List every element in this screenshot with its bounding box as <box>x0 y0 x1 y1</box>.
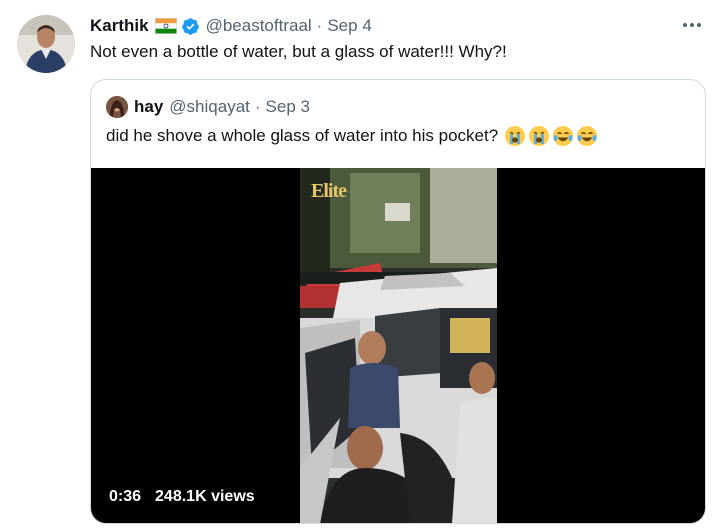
quoted-separator-dot: · <box>254 97 261 116</box>
more-options-button[interactable] <box>680 14 704 36</box>
emoji-group <box>504 125 598 147</box>
video-duration: 0:36 <box>109 488 142 505</box>
tweet-header: Karthik @beastoftraal · Sep 4 <box>90 14 372 38</box>
quoted-tweet-header: hay @shiqayat · Sep 3 <box>106 95 310 119</box>
author-handle[interactable]: @beastoftraal <box>206 16 312 36</box>
author-avatar-image <box>17 15 75 73</box>
video-stats: 0:36 248.1K views <box>109 488 255 506</box>
tweet-text: Not even a bottle of water, but a glass … <box>90 42 507 61</box>
loudly-crying-face-emoji-icon <box>529 126 550 146</box>
more-options-icon <box>683 23 701 27</box>
video-player[interactable]: Elite 0:36 248.1K views <box>91 168 705 523</box>
quoted-author-avatar-image <box>106 96 128 118</box>
video-watermark: Elite <box>311 180 347 202</box>
tears-of-joy-emoji-icon <box>577 126 598 146</box>
video-views: 248.1K views <box>155 488 255 505</box>
author-name[interactable]: Karthik <box>90 16 149 36</box>
india-flag-icon <box>154 18 177 34</box>
quoted-author-avatar[interactable] <box>106 96 128 118</box>
separator-dot: · <box>316 16 323 35</box>
quoted-tweet[interactable]: hay @shiqayat · Sep 3 did he shove a who… <box>90 79 706 524</box>
quoted-author-name[interactable]: hay <box>134 97 163 117</box>
loudly-crying-face-emoji-icon <box>505 126 526 146</box>
author-avatar[interactable] <box>17 15 75 73</box>
tweet-date[interactable]: Sep 4 <box>327 16 371 36</box>
tears-of-joy-emoji-icon <box>553 126 574 146</box>
verified-badge-icon <box>181 17 200 36</box>
quoted-tweet-date[interactable]: Sep 3 <box>266 97 310 117</box>
quoted-tweet-text-row: did he shove a whole glass of water into… <box>106 125 598 147</box>
quoted-tweet-text: did he shove a whole glass of water into… <box>106 126 499 145</box>
video-frame <box>300 168 497 523</box>
quoted-author-handle[interactable]: @shiqayat <box>169 97 250 117</box>
